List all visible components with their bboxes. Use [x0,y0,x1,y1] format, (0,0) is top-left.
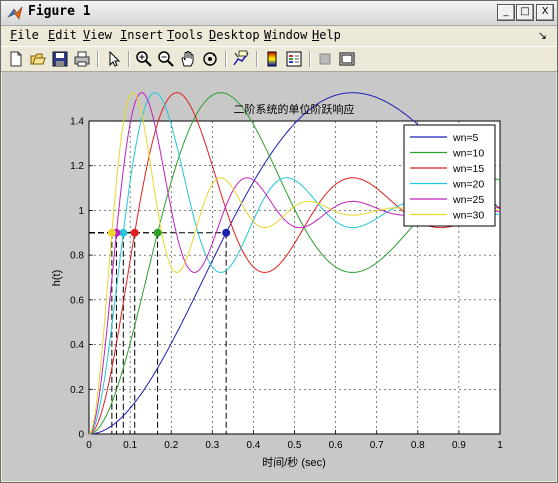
x-tick-label: 0.6 [329,440,343,451]
menu-file[interactable]: File [10,28,39,42]
dock-arrow-icon[interactable]: ↘ [538,29,547,42]
x-tick-label: 1 [497,440,503,451]
save-icon[interactable] [51,50,69,68]
rotate-3d-icon[interactable] [201,50,219,68]
y-tick-label: 0.8 [70,251,84,262]
matlab-logo-icon [7,6,23,20]
x-tick-label: 0.3 [205,440,219,451]
legend-label-wn=20: wn=20 [452,179,484,191]
y-tick-label: 0 [78,430,84,441]
crossing-marker-wn=15[interactable] [130,228,139,237]
y-tick-label: 0.6 [70,295,84,306]
y-tick-label: 0.2 [70,385,84,396]
print-icon[interactable] [73,50,91,68]
zoom-in-icon[interactable] [135,50,153,68]
x-tick-label: 0 [86,440,92,451]
x-tick-label: 0.9 [452,440,466,451]
title-bar[interactable]: Figure 1 _ □ X [1,1,557,26]
crossing-marker-wn=10[interactable] [153,228,162,237]
figure-window: Figure 1 _ □ X File Edit View Insert Too… [0,0,558,483]
window-title: Figure 1 [28,4,91,19]
menu-edit[interactable]: Edit [48,28,77,42]
y-tick-label: 0.4 [70,340,84,351]
menu-insert[interactable]: Insert [120,28,163,42]
hide-plot-tools-icon[interactable] [316,50,334,68]
show-plot-tools-icon[interactable] [338,50,356,68]
minimize-button[interactable]: _ [497,4,515,21]
legend-icon[interactable] [285,50,303,68]
legend-label-wn=30: wn=30 [452,210,484,222]
menu-help[interactable]: Help [312,28,341,42]
crossing-marker-wn=30[interactable] [107,228,116,237]
y-axis-label: h(t) [51,270,63,287]
toolbar-separator [97,51,99,67]
menu-view[interactable]: View [83,28,112,42]
pan-hand-icon[interactable] [179,50,197,68]
y-tick-label: 1.2 [70,161,84,172]
toolbar-separator [128,51,130,67]
maximize-button[interactable]: □ [516,4,534,21]
figure-toolbar [1,46,557,72]
menu-desktop[interactable]: Desktop [209,28,260,42]
data-cursor-icon[interactable] [232,50,250,68]
menu-bar: File Edit View Insert Tools Desktop Wind… [1,26,557,45]
close-button[interactable]: X [536,4,554,21]
new-figure-icon[interactable] [7,50,25,68]
x-tick-label: 0.7 [370,440,384,451]
menu-tools[interactable]: Tools [167,28,203,42]
menu-window[interactable]: Window [264,28,307,42]
toolbar-separator [309,51,311,67]
legend-label-wn=25: wn=25 [452,194,484,206]
crossing-marker-wn=20[interactable] [119,228,128,237]
toolbar-separator [225,51,227,67]
arrow-pointer-icon[interactable] [105,50,123,68]
step-response-plot[interactable]: 0 0.1 0.2 0.3 0.4 0.5 0.6 0.7 0.8 0.9 1 0 0.2 0.4 0.6 0… [2,72,556,481]
x-tick-label: 0.8 [411,440,425,451]
open-file-icon[interactable] [29,50,47,68]
chart-title: 二阶系统的单位阶跃响应 [234,102,355,116]
x-axis-label: 时间/秒 (sec) [262,455,326,469]
zoom-out-icon[interactable] [157,50,175,68]
x-tick-label: 0.2 [164,440,178,451]
legend[interactable]: wn=5 wn=10 wn=15 wn=20 wn=25 wn=30 [403,124,496,227]
crossing-marker-wn=5[interactable] [222,228,231,237]
x-tick-label: 0.4 [246,440,260,451]
y-tick-label: 1 [78,206,84,217]
y-tick-label: 1.4 [70,117,84,128]
legend-label-wn=5: wn=5 [452,132,479,144]
figure-canvas: 0 0.1 0.2 0.3 0.4 0.5 0.6 0.7 0.8 0.9 1 0 0.2 0.4 0.6 0… [2,72,556,481]
colorbar-icon[interactable] [263,50,281,68]
x-tick-label: 0.1 [123,440,137,451]
x-tick-label: 0.5 [288,440,302,451]
legend-label-wn=10: wn=10 [452,148,484,160]
toolbar-separator [256,51,258,67]
legend-label-wn=15: wn=15 [452,163,484,175]
